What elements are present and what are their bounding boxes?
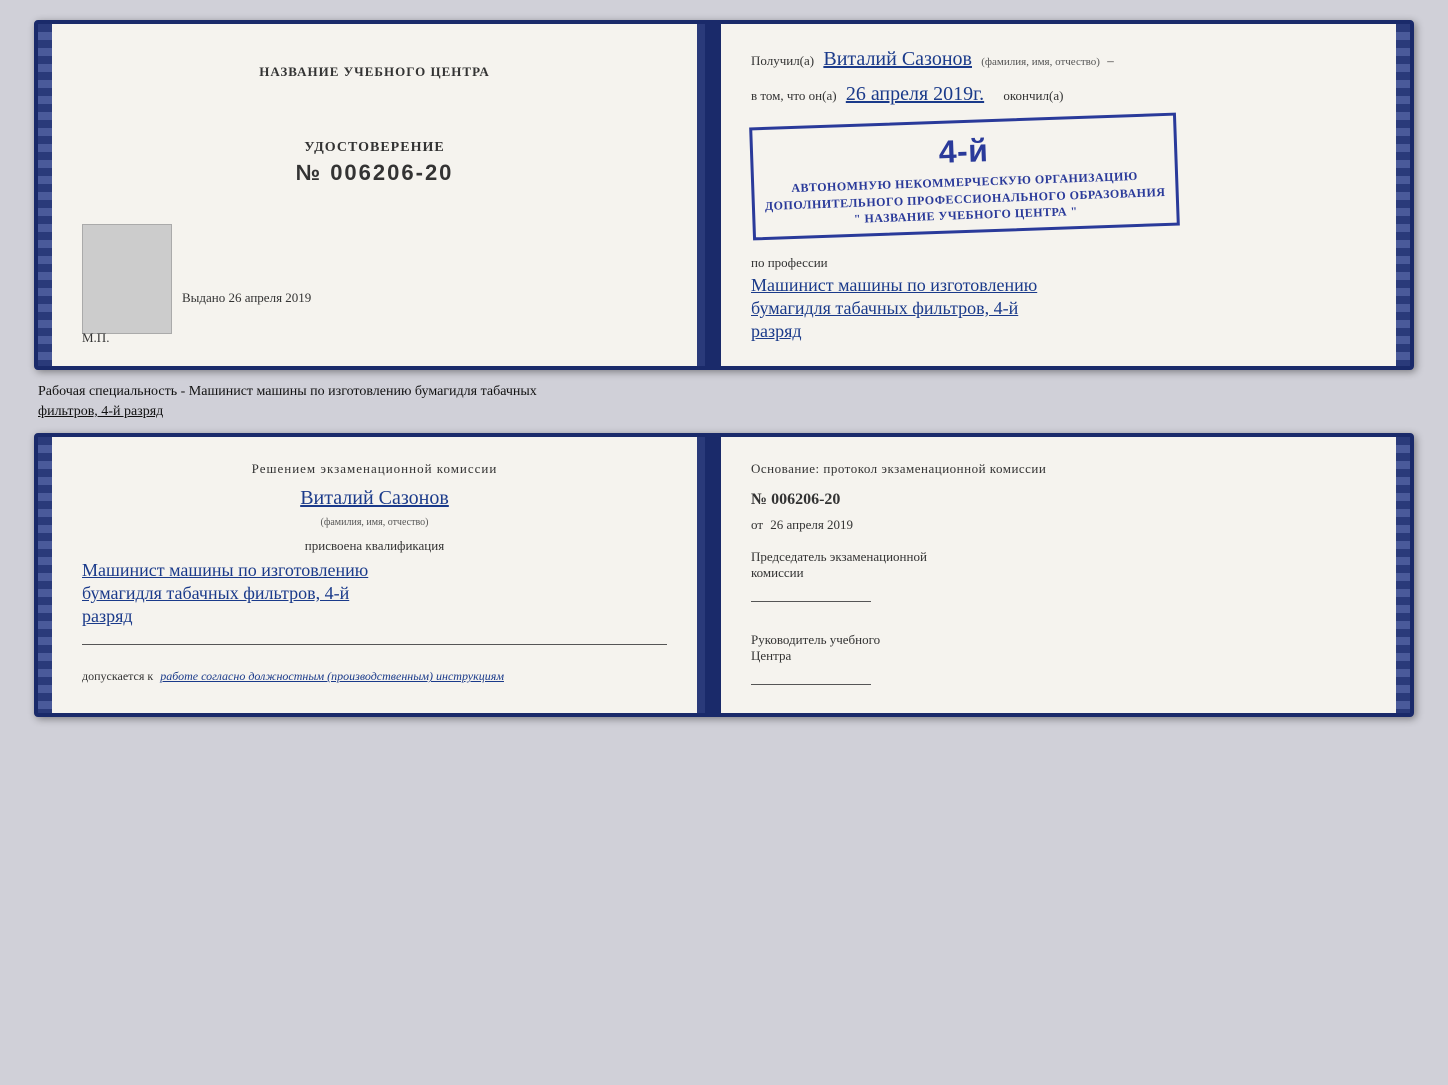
bottom-diploma-book: Решением экзаменационной комиссии Витали… [34, 433, 1414, 717]
rukovoditel-line2: Центра [751, 648, 791, 663]
bottom-right-page: Основание: протокол экзаменационной коми… [721, 437, 1396, 713]
spec-text1: Рабочая специальность - Машинист машины … [38, 384, 537, 399]
vtom-prefix: в том, что он(а) [751, 88, 837, 103]
qual-line2: бумагидля табачных фильтров, 4-й [82, 583, 667, 604]
rukovoditel-label: Руководитель учебного Центра [751, 632, 1336, 685]
top-right-page: Получил(а) Виталий Сазонов (фамилия, имя… [721, 24, 1396, 366]
predsedatel-line2: комиссии [751, 565, 804, 580]
dopuskaetsya-line: допускается к работе согласно должностны… [82, 669, 667, 684]
nom-value: № 006206-20 [751, 491, 840, 508]
right-spine-deco [1396, 24, 1410, 366]
bottom-right-spine-deco [1396, 437, 1410, 713]
predsedatel-line1: Председатель экзаменационной [751, 549, 927, 564]
resheniem-title: Решением экзаменационной комиссии [82, 461, 667, 477]
dopuskaetsya-text: работе согласно должностным (производств… [160, 669, 504, 683]
poluchil-label: Получил(а) [751, 53, 814, 68]
bottom-left-spine-deco [38, 437, 52, 713]
predsedatel-label: Председатель экзаменационной комиссии [751, 549, 1336, 602]
rukovoditel-line1: Руководитель учебного [751, 632, 880, 647]
bottom-name-container: Виталий Сазонов [82, 487, 667, 510]
vtom-date: 26 апреля 2019г. [846, 83, 984, 105]
nom-line: № 006206-20 [751, 491, 1336, 509]
vydano-line: Выдано 26 апреля 2019 [182, 290, 667, 306]
profession-line3: разряд [751, 321, 1336, 342]
udostoverenie-num: № 006206-20 [82, 160, 667, 186]
stamp-box: 4-й АВТОНОМНУЮ НЕКОММЕРЧЕСКУЮ ОРГАНИЗАЦИ… [749, 113, 1179, 241]
bottom-name-hint-container: (фамилия, имя, отчество) [82, 512, 667, 530]
predsedatel-sig-line [751, 601, 871, 602]
prisvoena-label: присвоена квалификация [82, 538, 667, 554]
vydano-label: Выдано [182, 290, 225, 305]
bottom-left-page: Решением экзаменационной комиссии Витали… [52, 437, 705, 713]
profession-line1: Машинист машины по изготовлению [751, 275, 1336, 296]
okonchil-label: окончил(а) [1003, 88, 1063, 103]
underline-field-1 [82, 635, 667, 645]
bottom-name-hint: (фамилия, имя, отчество) [321, 517, 429, 528]
qual-line1: Машинист машины по изготовлению [82, 560, 667, 581]
dash1: – [1107, 53, 1114, 68]
spec-text2: фильтров, 4-й разряд [38, 404, 163, 419]
ot-date: 26 апреля 2019 [770, 517, 853, 532]
left-spine-deco [38, 24, 52, 366]
po-professii-label: по профессии [751, 255, 1336, 271]
book-spine [705, 24, 721, 366]
udostoverenie-section: УДОСТОВЕРЕНИЕ № 006206-20 [82, 140, 667, 186]
photo-placeholder [82, 224, 172, 334]
vtom-line: в том, что он(а) 26 апреля 2019г. окончи… [751, 83, 1336, 106]
profession-line2: бумагидля табачных фильтров, 4-й [751, 298, 1336, 319]
mp-label: М.П. [82, 330, 109, 346]
center-title: НАЗВАНИЕ УЧЕБНОГО ЦЕНТРА [82, 64, 667, 80]
bottom-book-spine [705, 437, 721, 713]
name-hint: (фамилия, имя, отчество) [981, 56, 1100, 68]
rukovoditel-sig-line [751, 684, 871, 685]
spec-label: Рабочая специальность - Машинист машины … [34, 382, 1414, 421]
stamp-container: 4-й АВТОНОМНУЮ НЕКОММЕРЧЕСКУЮ ОРГАНИЗАЦИ… [751, 114, 1336, 239]
vydano-date: 26 апреля 2019 [229, 290, 312, 305]
osnovanie-title: Основание: протокол экзаменационной коми… [751, 461, 1336, 477]
bottom-name: Виталий Сазонов [300, 487, 449, 509]
ot-line: от 26 апреля 2019 [751, 517, 1336, 533]
qual-line3: разряд [82, 606, 667, 627]
ot-prefix: от [751, 517, 763, 532]
dopuskaetsya-prefix: допускается к [82, 669, 153, 683]
recipient-name: Виталий Сазонов [823, 48, 972, 70]
top-diploma-book: НАЗВАНИЕ УЧЕБНОГО ЦЕНТРА УДОСТОВЕРЕНИЕ №… [34, 20, 1414, 370]
poluchil-line: Получил(а) Виталий Сазонов (фамилия, имя… [751, 48, 1336, 71]
top-left-page: НАЗВАНИЕ УЧЕБНОГО ЦЕНТРА УДОСТОВЕРЕНИЕ №… [52, 24, 705, 366]
udostoverenie-label: УДОСТОВЕРЕНИЕ [82, 140, 667, 156]
